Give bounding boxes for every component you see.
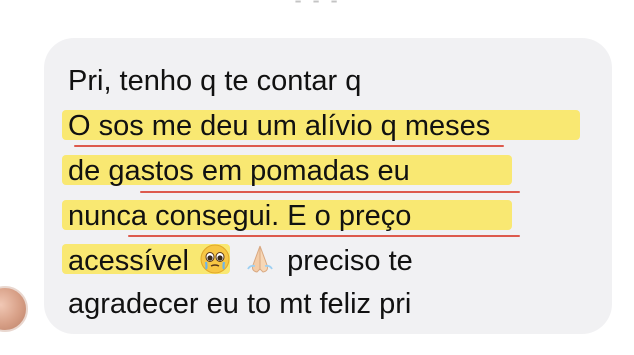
message-line-2: O sos me deu um alívio q meses	[68, 110, 491, 142]
message-line-4: nunca consegui. E o preço	[68, 200, 412, 232]
underline-accent	[74, 145, 504, 147]
avatar[interactable]	[0, 286, 28, 332]
cropped-header-text: ⁃ ⁃ ⁃	[293, 0, 341, 12]
message-line-5-text: acessível	[68, 245, 189, 277]
underline-accent	[140, 191, 520, 193]
message-line-5: acessível preciso te	[68, 243, 413, 283]
teary-smiling-face-icon	[199, 243, 231, 283]
message-line-3: de gastos em pomadas eu	[68, 155, 410, 187]
underline-accent	[128, 235, 520, 237]
praying-hands-icon	[243, 243, 277, 283]
message-line-5-continuation: preciso te	[287, 245, 413, 277]
message-line-6: agradecer eu to mt feliz pri	[68, 288, 412, 320]
message-line-1: Pri, tenho q te contar q	[68, 65, 362, 97]
